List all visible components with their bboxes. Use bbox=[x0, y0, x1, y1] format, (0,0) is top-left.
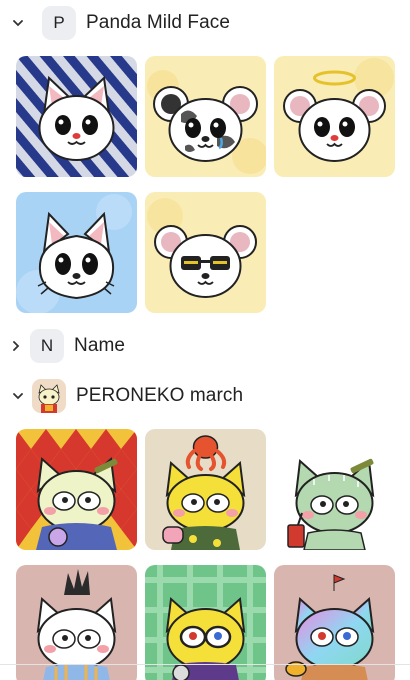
nft-thumbnail[interactable] bbox=[145, 429, 266, 550]
collection-avatar: P bbox=[42, 6, 76, 40]
cat-rainbow-icon bbox=[274, 565, 395, 680]
angel-mouse-panda-icon bbox=[274, 56, 395, 177]
nft-thumbnail[interactable] bbox=[145, 56, 266, 177]
nft-thumbnail[interactable] bbox=[145, 192, 266, 313]
white-cat-sky-icon bbox=[16, 192, 137, 313]
collection-title: PERONEKO march bbox=[76, 385, 244, 406]
nft-thumbnail[interactable] bbox=[274, 56, 395, 177]
nft-thumbnail[interactable] bbox=[16, 429, 137, 550]
chevron-down-icon[interactable] bbox=[10, 392, 26, 400]
collection-title: Name bbox=[74, 335, 126, 356]
cat-glasses-icon bbox=[145, 565, 266, 680]
bottom-divider bbox=[0, 664, 410, 665]
collection-avatar: N bbox=[30, 329, 64, 363]
cat-mohawk-icon bbox=[16, 565, 137, 680]
collection-header-panda-mild-face[interactable]: P Panda Mild Face bbox=[10, 6, 230, 40]
chevron-down-icon[interactable] bbox=[10, 19, 26, 27]
nft-thumbnail[interactable] bbox=[274, 565, 395, 680]
collection-title: Panda Mild Face bbox=[86, 12, 231, 33]
nft-thumbnail[interactable] bbox=[16, 565, 137, 680]
white-cat-panda-icon bbox=[16, 56, 137, 177]
cat-octopus-icon bbox=[145, 429, 266, 550]
nft-thumbnail[interactable] bbox=[16, 192, 137, 313]
cat-harlequin-icon bbox=[16, 429, 137, 550]
collection-header-peroneko-march[interactable]: PERONEKO march bbox=[10, 379, 243, 413]
collection-avatar-image bbox=[32, 379, 66, 413]
cow-mouse-panda-icon bbox=[145, 56, 266, 177]
nft-thumbnail[interactable] bbox=[145, 565, 266, 680]
nft-thumbnail[interactable] bbox=[16, 56, 137, 177]
sunglasses-mouse-icon bbox=[145, 192, 266, 313]
collection-header-name[interactable]: N Name bbox=[8, 329, 125, 363]
cat-cactus-icon bbox=[274, 429, 395, 550]
chevron-right-icon[interactable] bbox=[8, 341, 24, 351]
nft-thumbnail[interactable] bbox=[274, 429, 395, 550]
